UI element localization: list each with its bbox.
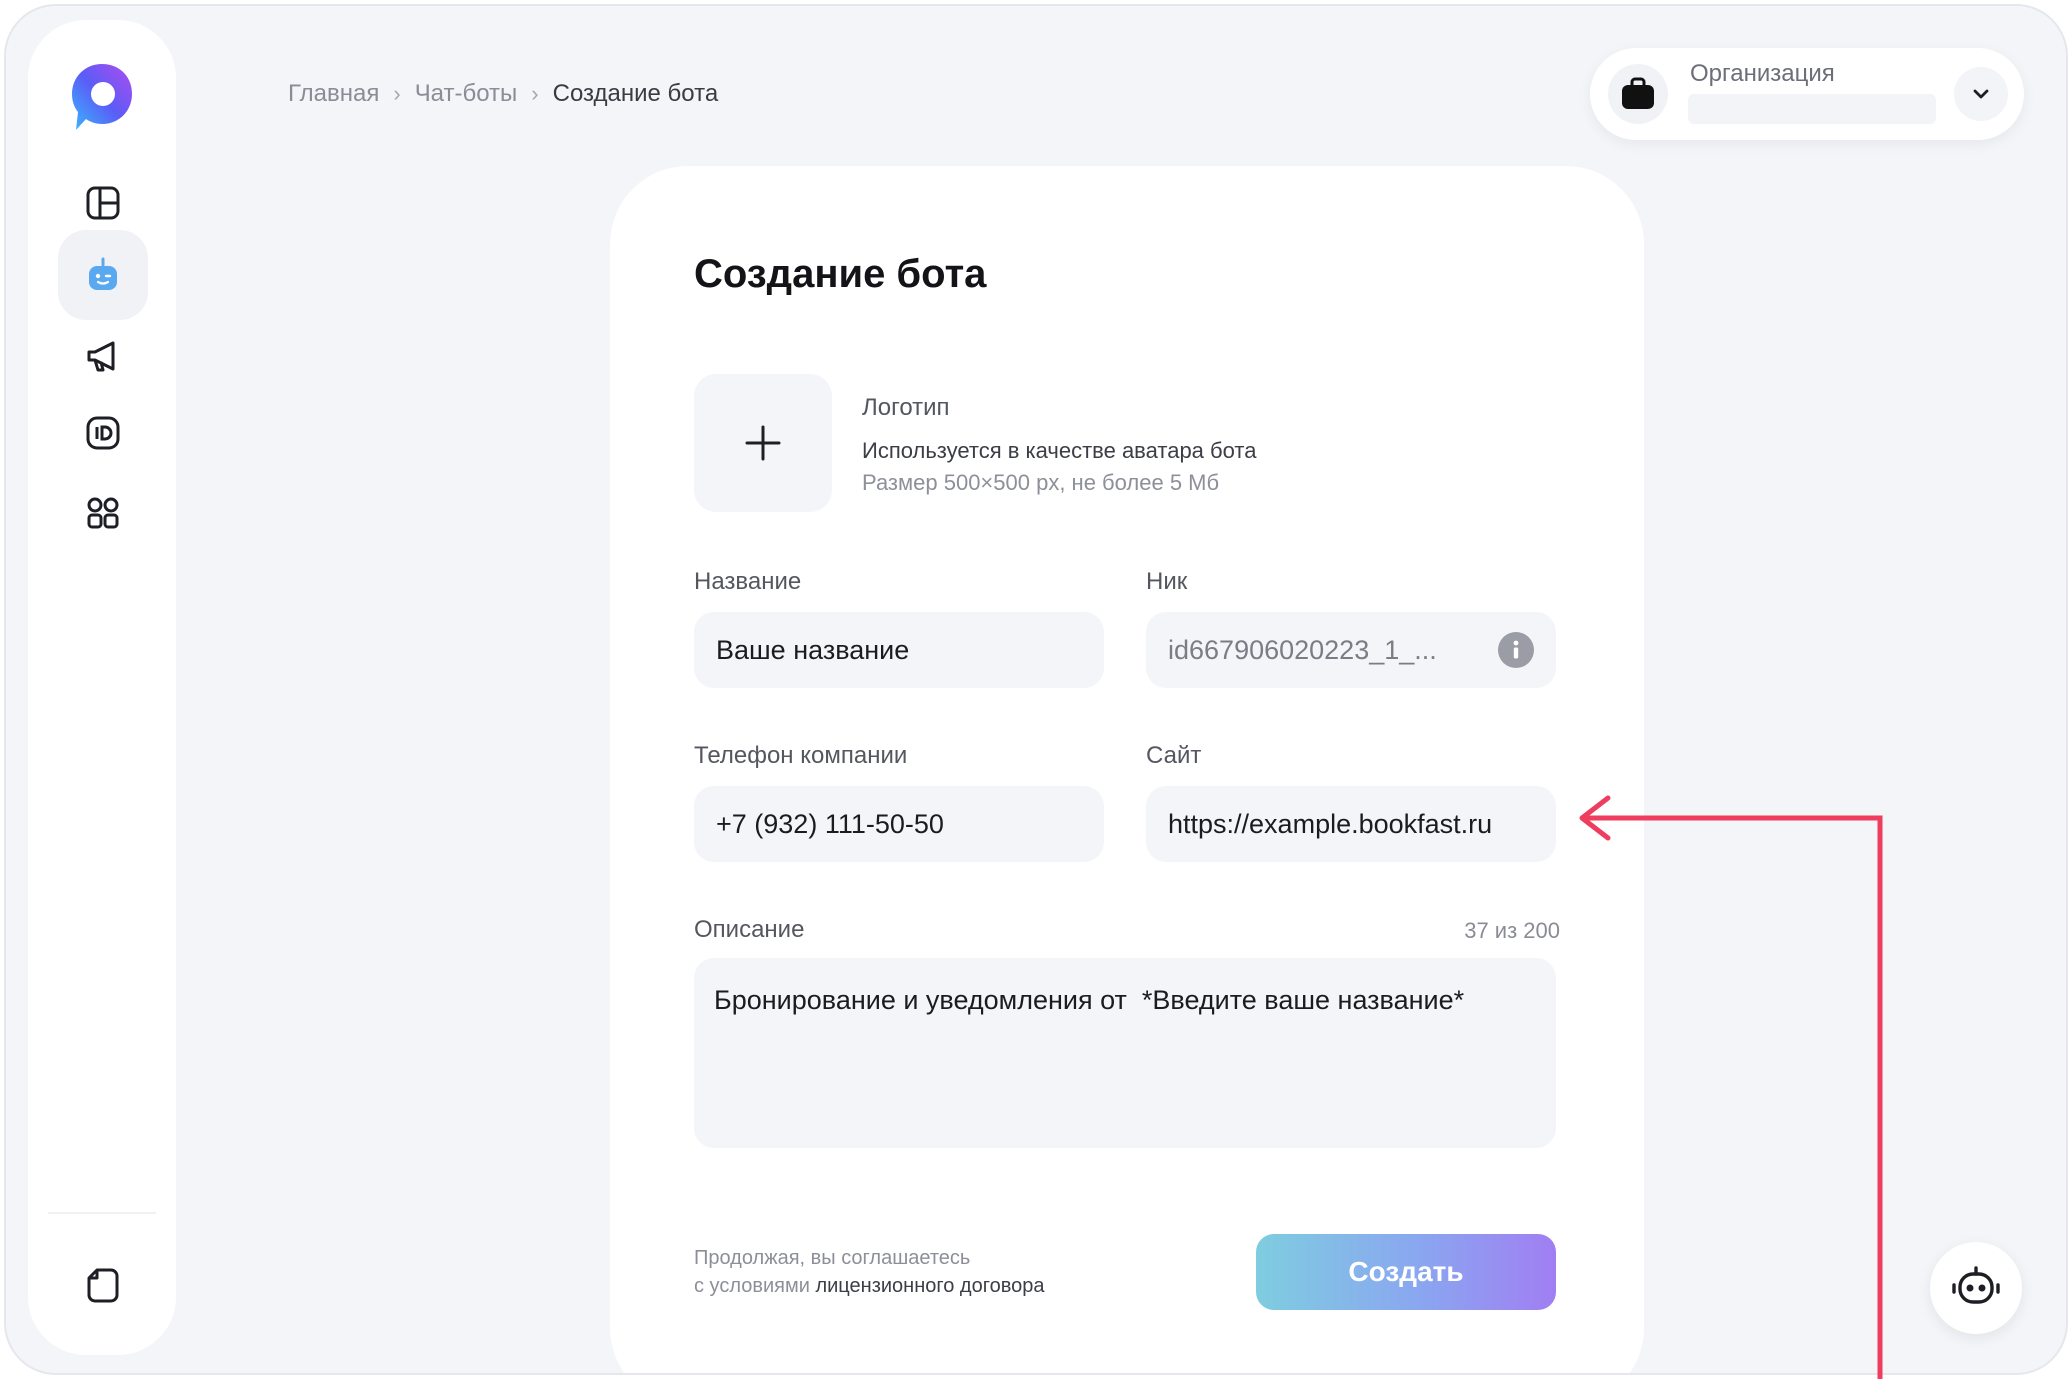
nick-value: id667906020223_1_... (1168, 634, 1437, 665)
nick-field[interactable]: id667906020223_1_... (1146, 612, 1556, 688)
description-textarea[interactable]: Бронирование и уведомления от *Введите в… (694, 958, 1556, 1148)
terms-line-1: Продолжая, вы соглашаетесь (694, 1247, 971, 1269)
organization-selector[interactable]: Организация (1590, 48, 2024, 140)
assistant-button[interactable] (1930, 1242, 2022, 1334)
license-agreement-link[interactable]: лицензионного договора (815, 1275, 1044, 1297)
breadcrumb: Главная › Чат-боты › Создание бота (288, 80, 718, 108)
site-input[interactable] (1146, 786, 1556, 862)
breadcrumb-home[interactable]: Главная (288, 80, 379, 108)
chevron-right-icon: › (393, 81, 401, 106)
org-name-placeholder (1688, 94, 1936, 124)
org-label: Организация (1690, 60, 1835, 87)
description-label: Описание (694, 916, 805, 943)
name-input[interactable] (694, 612, 1104, 688)
nick-label: Ник (1146, 568, 1188, 595)
briefcase-icon (1622, 77, 1654, 109)
megaphone-icon (87, 341, 115, 372)
dashboard-icon (86, 186, 120, 220)
id-icon (86, 416, 120, 450)
sidebar-item-apps[interactable] (58, 468, 148, 558)
description-counter: 37 из 200 (1464, 918, 1560, 943)
sidebar-item-id[interactable] (58, 388, 148, 478)
document-icon (87, 1268, 119, 1303)
phone-input[interactable] (694, 786, 1104, 862)
breadcrumb-current: Создание бота (552, 80, 719, 107)
create-bot-card: Создание бота Логотип Используется в кач… (610, 166, 1644, 1373)
bot-icon (89, 257, 117, 290)
create-button[interactable]: Создать (1256, 1234, 1556, 1310)
robot-assistant-icon (1952, 1266, 2000, 1304)
breadcrumb-chatbots[interactable]: Чат-боты (415, 80, 518, 108)
app-window: Главная › Чат-боты › Создание бота Орган… (4, 4, 2068, 1375)
plus-icon (745, 425, 781, 461)
sidebar-divider (48, 1212, 156, 1214)
page-title: Создание бота (694, 252, 987, 296)
terms-text: Продолжая, вы соглашаетесь с условиями л… (694, 1244, 1044, 1300)
logo-description: Используется в качестве аватара бота (862, 438, 1257, 463)
terms-line-2: с условиями лицензионного договора (694, 1272, 1044, 1300)
org-dropdown-toggle[interactable] (1954, 67, 2008, 121)
logo-label: Логотип (862, 394, 950, 421)
sidebar-item-campaigns[interactable] (58, 310, 148, 400)
sidebar-item-bots[interactable] (58, 230, 148, 320)
terms-prefix: с условиями (694, 1275, 810, 1297)
logo-size-hint: Размер 500×500 px, не более 5 Мб (862, 470, 1220, 495)
app-logo[interactable] (68, 60, 136, 136)
phone-label: Телефон компании (694, 742, 908, 769)
sidebar (28, 20, 176, 1355)
apps-icon (87, 497, 119, 529)
site-label: Сайт (1146, 742, 1202, 769)
org-avatar (1608, 64, 1668, 124)
logo-upload-button[interactable] (694, 374, 832, 512)
info-icon[interactable] (1498, 632, 1534, 668)
chevron-down-icon (1973, 89, 1989, 99)
sidebar-item-documents[interactable] (58, 1240, 148, 1330)
chevron-right-icon: › (531, 81, 539, 106)
name-label: Название (694, 568, 802, 595)
